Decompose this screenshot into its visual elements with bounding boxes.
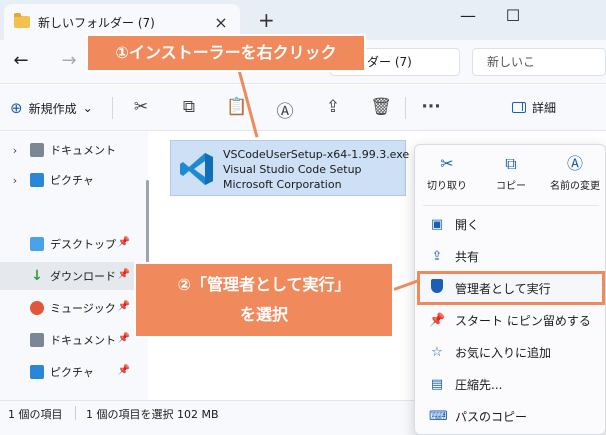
pictures-icon [30,365,44,379]
divider [405,97,406,119]
menu-item-run-as-admin[interactable]: 管理者として実行 [417,271,605,305]
maximize-icon[interactable]: ☐ [500,6,526,25]
copy-icon: ⧉ [505,153,517,173]
share-icon[interactable]: ⇪ [322,97,344,117]
divider [423,205,599,206]
music-icon [30,301,44,315]
cut-icon: ✂ [440,153,454,173]
menu-item-add-favorites[interactable]: ☆ お気に入りに追加 [419,337,603,367]
chevron-right-icon[interactable]: › [0,174,30,187]
menu-item-open[interactable]: ▣ 開く [419,209,603,239]
pictures-icon [30,173,44,187]
star-icon: ☆ [431,344,443,360]
sidebar-item-downloads[interactable]: ↓ ダウンロード 📌 [0,262,134,290]
pin-icon: 📌 [117,301,130,312]
rename-icon[interactable]: Ⓐ [274,97,296,122]
desktop-icon [30,237,44,251]
more-icon[interactable]: ··· [420,97,442,117]
close-tab-icon[interactable]: × [212,13,230,32]
rename-icon: Ⓐ [566,153,583,173]
context-copy-button[interactable]: ⧉ コピー [479,145,543,201]
context-menu: ✂ 切り取り ⧉ コピー Ⓐ 名前の変更 ▣ 開く ⇪ 共有 管理者として実行 … [414,144,606,435]
vscode-icon [180,153,213,185]
archive-icon: ▤ [430,376,444,392]
details-pane-icon [512,102,526,113]
file-name: VSCodeUserSetup-x64-1.99.3.exe [223,148,410,161]
sidebar-item-music[interactable]: ミュージック 📌 [0,294,134,322]
command-bar: ⊕ 新規作成 ⌄ ✂ ⧉ 📋 Ⓐ ⇪ 🗑 ··· 詳細 [0,85,606,131]
menu-item-share[interactable]: ⇪ 共有 [419,241,603,271]
sidebar-item-pictures[interactable]: › ピクチャ [0,166,134,194]
new-button[interactable]: ⊕ 新規作成 ⌄ [10,99,93,117]
forward-icon[interactable]: → [58,50,80,71]
file-description: Visual Studio Code Setup [223,163,362,176]
details-label: 詳細 [532,101,557,115]
share-icon: ⇪ [431,248,443,264]
new-tab-icon[interactable]: + [258,8,275,32]
file-item-installer[interactable]: VSCodeUserSetup-x64-1.99.3.exe Visual St… [170,140,410,196]
pin-icon: 📌 [429,312,446,328]
callout-step2: ②「管理者として実行」 を選択 [134,262,394,338]
callout-step2-line1: ②「管理者として実行」 [177,275,351,294]
sidebar-item-documents-pinned[interactable]: ドキュメント 📌 [0,326,134,354]
divider [75,406,76,420]
search-input[interactable]: 新しいこ [472,48,606,76]
tab-title: 新しいフォルダー (7) [38,15,155,30]
sidebar-item-pictures-pinned[interactable]: ピクチャ 📌 [0,358,134,386]
sidebar-item-label: デスクトップ [50,238,116,251]
context-rename-button[interactable]: Ⓐ 名前の変更 [543,145,606,201]
copy-path-icon: ⌨ [429,408,448,424]
details-button[interactable]: 詳細 [512,99,556,116]
menu-item-pin-to-start[interactable]: 📌 スタート にピン留めする [419,305,603,335]
plus-icon: ⊕ [10,99,23,117]
sidebar-item-label: ピクチャ [50,174,94,187]
sidebar-item-label: ドキュメント [50,334,116,347]
pin-icon: 📌 [117,365,130,376]
download-icon: ↓ [31,268,43,284]
folder-icon [14,13,30,28]
pin-icon: 📌 [117,269,130,280]
menu-item-copy-path[interactable]: ⌨ パスのコピー [419,401,603,431]
sidebar-item-label: ミュージック [50,302,116,315]
shield-icon [429,279,445,297]
pin-icon: 📌 [117,333,130,344]
callout-step1: ①インストーラーを右クリック [86,34,366,72]
file-company: Microsoft Corporation [223,178,342,191]
context-cut-button[interactable]: ✂ 切り取り [415,145,479,201]
callout-step2-line2: を選択 [239,305,288,324]
sidebar-item-desktop[interactable]: デスクトップ 📌 [0,230,134,258]
documents-icon [30,333,44,347]
sidebar-item-documents[interactable]: › ドキュメント [0,136,134,164]
open-icon: ▣ [430,216,444,232]
sidebar-item-label: ドキュメント [50,144,116,157]
back-icon[interactable]: ← [10,50,32,71]
divider [112,97,113,119]
chevron-down-icon: ⌄ [82,101,93,115]
chevron-right-icon[interactable]: › [0,144,30,157]
navigation-pane: › ドキュメント › ピクチャ デスクトップ 📌 ↓ ダウンロード 📌 ミュージ… [0,132,148,400]
pin-icon: 📌 [117,237,130,248]
delete-icon[interactable]: 🗑 [370,97,392,117]
copy-icon[interactable]: ⧉ [178,97,200,117]
sidebar-item-label: ピクチャ [50,366,94,379]
cut-icon[interactable]: ✂ [130,97,152,117]
documents-icon [30,143,44,157]
menu-item-compress[interactable]: ▤ 圧縮先... [419,369,603,399]
sidebar-item-label: ダウンロード [50,270,116,283]
item-count: 1 個の項目 [8,408,63,421]
new-label: 新規作成 [28,101,77,116]
selection-info: 1 個の項目を選択 102 MB [86,408,219,421]
minimize-icon[interactable]: — [455,6,481,25]
